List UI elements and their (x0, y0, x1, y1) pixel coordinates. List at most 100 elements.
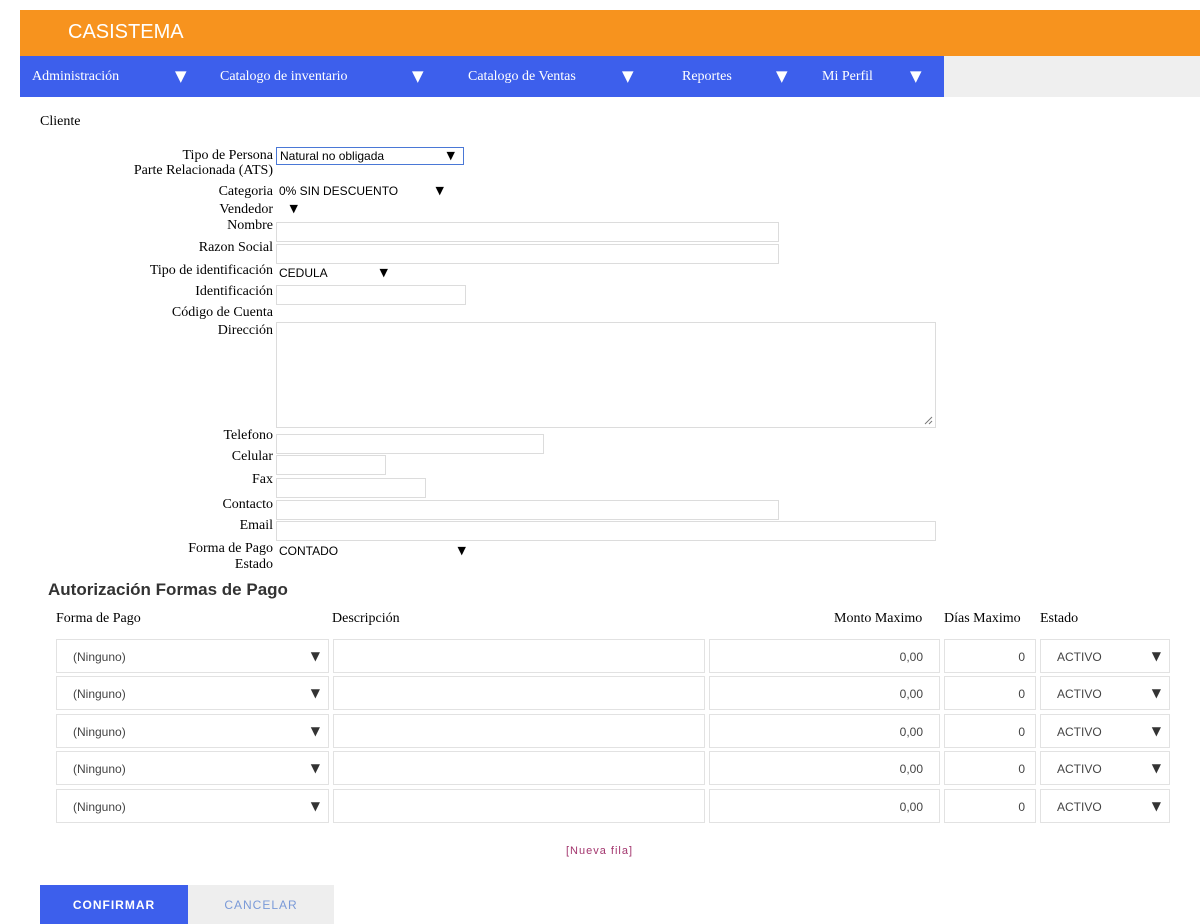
nav-item-label: Administración (32, 68, 120, 84)
fax-field[interactable] (276, 478, 426, 498)
descripcion-row-field[interactable] (333, 639, 705, 673)
nav-item-catalogo-ventas[interactable]: Catalogo de Ventas ▼ (456, 56, 670, 97)
column-header-dias-maximo: Días Maximo (944, 611, 1021, 626)
nav-item-label: Mi Perfil (822, 68, 873, 84)
column-header-monto-maximo: Monto Maximo (834, 611, 923, 626)
chevron-down-icon: ▼ (1151, 799, 1161, 813)
nav-item-label: Catalogo de inventario (220, 68, 348, 84)
label-celular: Celular (231, 449, 273, 464)
monto-maximo-field-value: 0,00 (899, 687, 923, 701)
estado-row-select-value: ACTIVO (1057, 725, 1102, 739)
chevron-down-icon: ▼ (310, 761, 320, 775)
chevron-down-icon[interactable]: ▼ (910, 67, 922, 85)
chevron-down-icon[interactable]: ▼ (175, 67, 187, 85)
new-row-link[interactable]: [Nueva fila] (566, 845, 633, 857)
chevron-down-icon: ▼ (1151, 724, 1161, 738)
estado-row-select[interactable]: ACTIVO ▼ (1040, 639, 1170, 673)
chevron-down-icon: ▼ (1151, 686, 1161, 700)
forma-pago-value: CONTADO (279, 544, 339, 558)
forma-pago-row-select-value: (Ninguno) (73, 762, 126, 776)
monto-maximo-field[interactable]: 0,00 (709, 789, 940, 823)
chevron-down-icon[interactable]: ▼ (776, 67, 788, 85)
estado-row-select-value: ACTIVO (1057, 650, 1102, 664)
forma-pago-row-select[interactable]: (Ninguno) ▼ (56, 676, 329, 710)
cancel-button[interactable]: CANCELAR (188, 885, 334, 924)
forma-pago-row-select[interactable]: (Ninguno) ▼ (56, 639, 329, 673)
monto-maximo-field[interactable]: 0,00 (709, 676, 940, 710)
dias-maximo-field[interactable]: 0 (944, 714, 1036, 748)
app-header: CASISTEMA (20, 10, 1200, 56)
tipo-persona-select[interactable]: Natural no obligada ▼ (276, 147, 464, 165)
forma-pago-select[interactable]: CONTADO ▼ (276, 543, 474, 561)
descripcion-row-field[interactable] (333, 789, 705, 823)
monto-maximo-field-value: 0,00 (899, 725, 923, 739)
chevron-down-icon[interactable]: ▼ (622, 67, 634, 85)
label-identificacion: Identificación (195, 284, 273, 299)
nombre-field[interactable] (276, 222, 779, 242)
forma-pago-row-select[interactable]: (Ninguno) ▼ (56, 789, 329, 823)
descripcion-row-field[interactable] (333, 714, 705, 748)
nav-item-catalogo-inventario[interactable]: Catalogo de inventario ▼ (208, 56, 456, 97)
chevron-down-icon: ▼ (435, 184, 444, 197)
dias-maximo-field[interactable]: 0 (944, 639, 1036, 673)
estado-row-select[interactable]: ACTIVO ▼ (1040, 751, 1170, 785)
razon-social-field[interactable] (276, 244, 779, 264)
dias-maximo-field-value: 0 (1018, 762, 1025, 776)
descripcion-row-field[interactable] (333, 751, 705, 785)
telefono-field[interactable] (276, 434, 544, 454)
nav-item-mi-perfil[interactable]: Mi Perfil ▼ (810, 56, 944, 97)
estado-row-select[interactable]: ACTIVO ▼ (1040, 676, 1170, 710)
vendedor-select[interactable]: ▼ (276, 201, 306, 219)
estado-row-select[interactable]: ACTIVO ▼ (1040, 714, 1170, 748)
celular-field[interactable] (276, 455, 386, 475)
label-razon-social: Razon Social (198, 240, 273, 255)
dias-maximo-field[interactable]: 0 (944, 751, 1036, 785)
nav-item-administracion[interactable]: Administración ▼ (20, 56, 208, 97)
estado-row-select[interactable]: ACTIVO ▼ (1040, 789, 1170, 823)
direccion-textarea[interactable] (276, 322, 936, 428)
label-contacto: Contacto (222, 497, 273, 512)
chevron-down-icon: ▼ (310, 649, 320, 663)
forma-pago-row-select-value: (Ninguno) (73, 800, 126, 814)
estado-row-select-value: ACTIVO (1057, 687, 1102, 701)
dias-maximo-field[interactable]: 0 (944, 789, 1036, 823)
forma-pago-row-select[interactable]: (Ninguno) ▼ (56, 751, 329, 785)
descripcion-row-field[interactable] (333, 676, 705, 710)
label-nombre: Nombre (227, 218, 273, 233)
email-field[interactable] (276, 521, 936, 541)
resize-handle-icon[interactable] (923, 415, 933, 425)
tipo-identificacion-select[interactable]: CEDULA ▼ (276, 265, 396, 283)
contacto-field[interactable] (276, 500, 779, 520)
chevron-down-icon: ▼ (446, 149, 455, 162)
chevron-down-icon: ▼ (1151, 761, 1161, 775)
tipo-persona-value: Natural no obligada (280, 149, 385, 163)
monto-maximo-field-value: 0,00 (899, 800, 923, 814)
forma-pago-row-select[interactable]: (Ninguno) ▼ (56, 714, 329, 748)
categoria-select[interactable]: 0% SIN DESCUENTO ▼ (276, 183, 452, 201)
chevron-down-icon[interactable]: ▼ (412, 67, 424, 85)
identificacion-field[interactable] (276, 285, 466, 305)
tipo-identificacion-value: CEDULA (279, 266, 328, 280)
label-vendedor: Vendedor (219, 202, 273, 217)
label-fax: Fax (252, 472, 273, 487)
label-direccion: Dirección (217, 323, 273, 338)
confirm-button[interactable]: CONFIRMAR (40, 885, 188, 924)
nav-item-reportes[interactable]: Reportes ▼ (670, 56, 810, 97)
categoria-value: 0% SIN DESCUENTO (279, 184, 399, 198)
page-title: Cliente (40, 114, 81, 129)
main-nav: Administración ▼ Catalogo de inventario … (20, 56, 944, 97)
chevron-down-icon: ▼ (310, 724, 320, 738)
estado-row-select-value: ACTIVO (1057, 800, 1102, 814)
column-header-estado: Estado (1040, 611, 1079, 626)
monto-maximo-field[interactable]: 0,00 (709, 751, 940, 785)
dias-maximo-field-value: 0 (1018, 650, 1025, 664)
dias-maximo-field-value: 0 (1018, 800, 1025, 814)
label-estado: Estado (234, 557, 273, 572)
monto-maximo-field[interactable]: 0,00 (709, 639, 940, 673)
column-header-forma-pago: Forma de Pago (56, 611, 141, 626)
label-forma-pago: Forma de Pago (188, 541, 273, 556)
label-categoria: Categoria (218, 184, 273, 199)
dias-maximo-field[interactable]: 0 (944, 676, 1036, 710)
monto-maximo-field[interactable]: 0,00 (709, 714, 940, 748)
label-codigo-cuenta: Código de Cuenta (171, 305, 273, 320)
